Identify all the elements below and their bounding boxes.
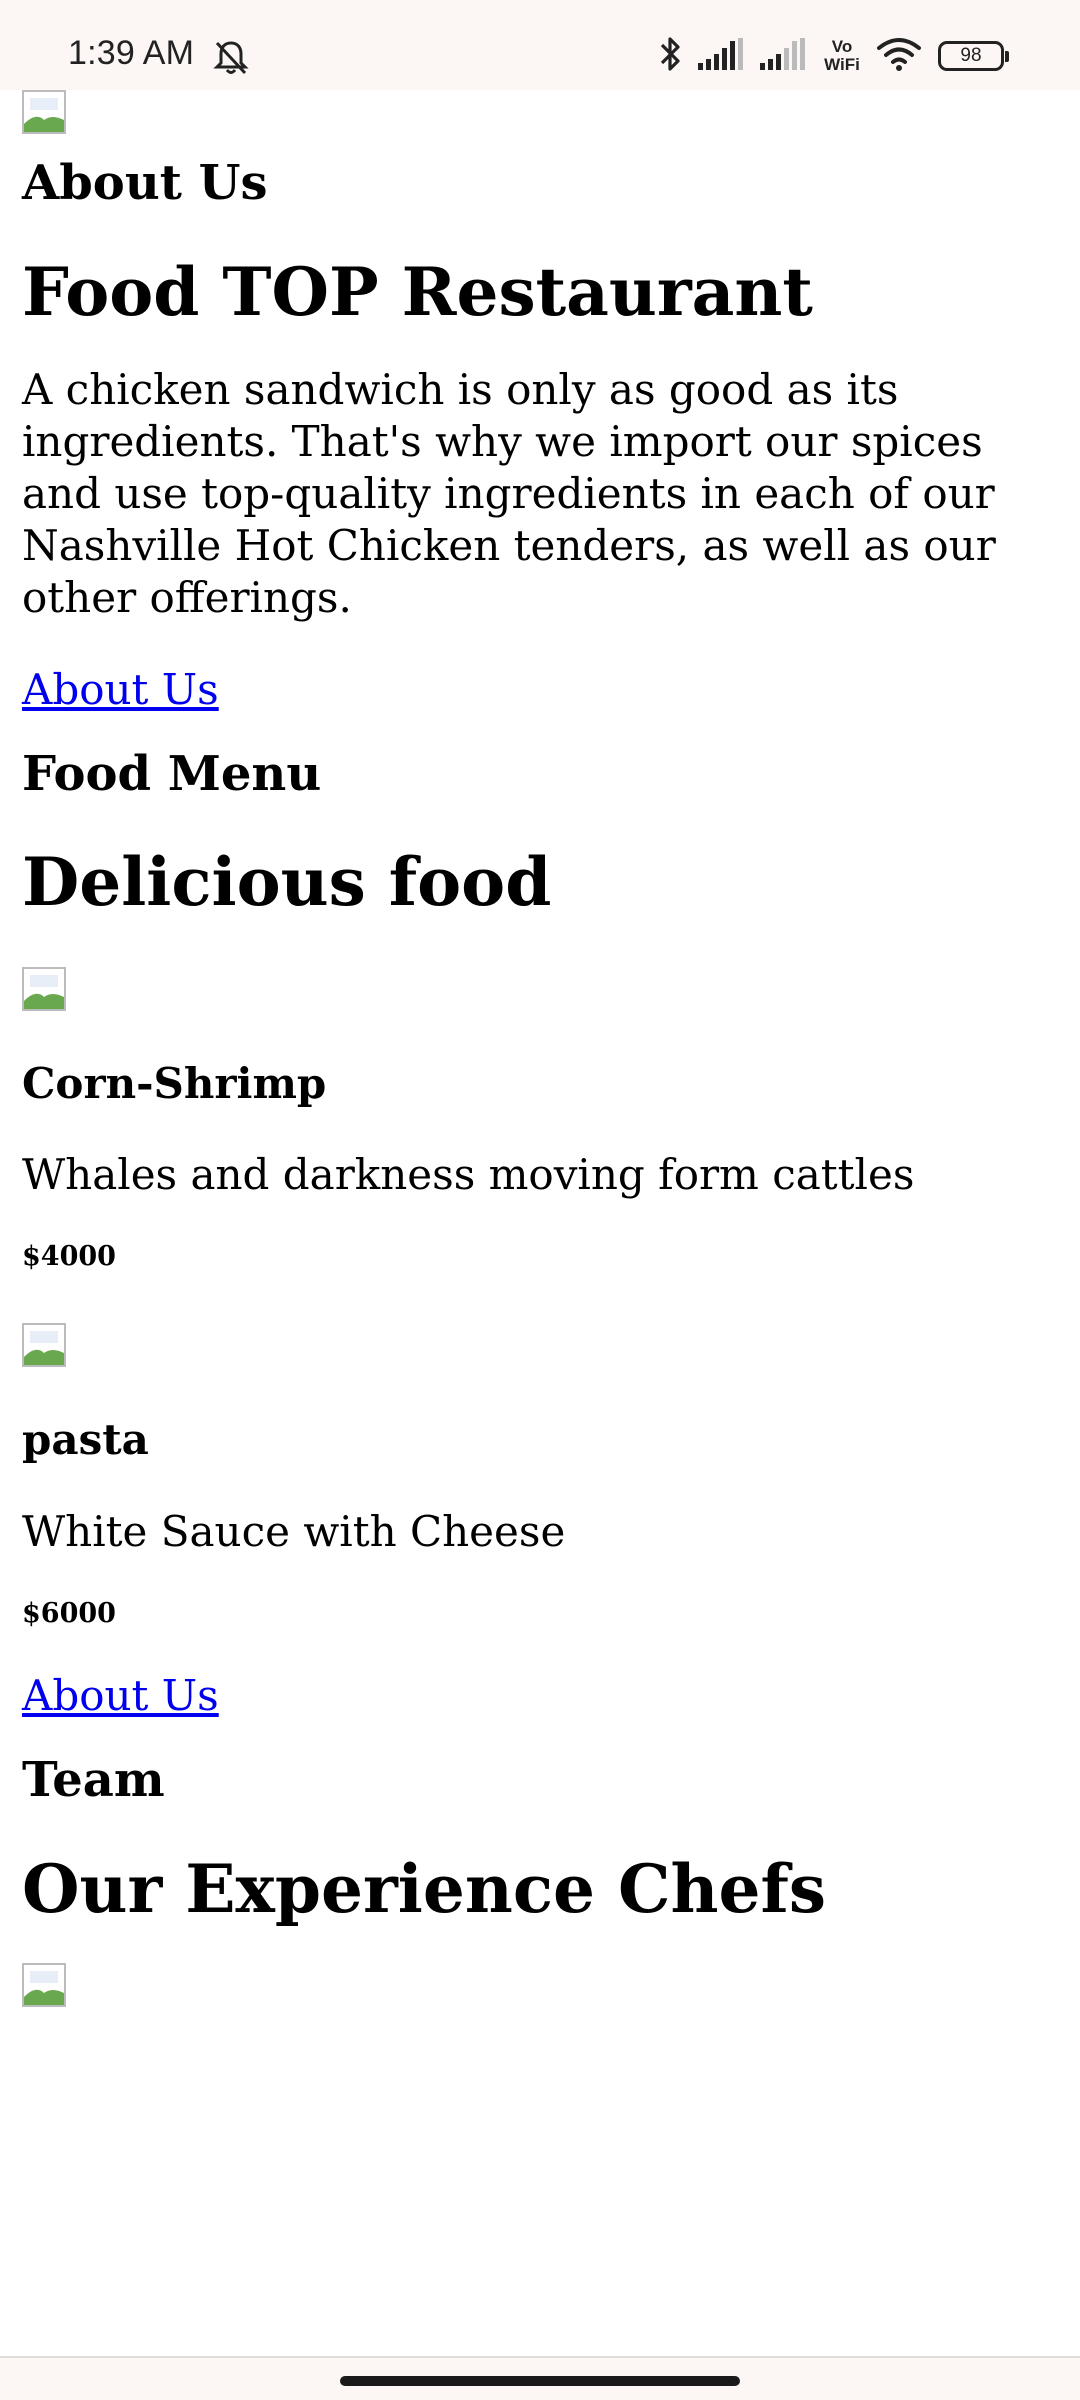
vowifi-bottom: WiFi [824,55,860,74]
menu-title: Delicious food [22,843,552,922]
vowifi-top: Vo [831,37,853,56]
menu-eyebrow: Food Menu [22,745,322,802]
menu-about-us-link[interactable]: About Us [22,1670,219,1722]
bell-muted-icon [213,38,249,76]
battery-icon: 98 [938,41,1009,71]
status-icons: Vo WiFi 98 [656,34,1009,79]
status-time: 1:39 AM [68,34,195,72]
broken-image-icon [22,1962,66,2007]
signal-icon-sim2 [758,37,808,76]
broken-image-icon [22,1323,66,1368]
menu-item-description: Whales and darkness moving form cattles [22,1149,915,1199]
team-title: Our Experience Chefs [22,1849,827,1928]
about-us-link[interactable]: About Us [22,664,219,716]
menu-item-name: pasta [22,1415,149,1465]
status-bar: 1:39 AM Vo WiFi 98 [0,0,1080,90]
team-eyebrow: Team [22,1752,165,1809]
about-eyebrow: About Us [22,155,268,211]
menu-item-price: $4000 [22,1240,116,1272]
broken-image-icon [22,966,66,1011]
bluetooth-icon [656,34,684,79]
vowifi-indicator: Vo WiFi [820,38,864,74]
home-indicator[interactable] [340,2376,740,2386]
wifi-icon [876,36,922,77]
menu-item-price: $6000 [22,1597,116,1629]
navigation-bar [0,2356,1080,2400]
page-content: About Us Food TOP Restaurant A chicken s… [22,90,1062,2007]
broken-image-icon [22,90,66,135]
about-title: Food TOP Restaurant [22,252,813,331]
about-description: A chicken sandwich is only as good as it… [22,364,996,622]
signal-icon-sim1 [696,37,746,76]
menu-item-description: White Sauce with Cheese [22,1506,566,1556]
menu-item-name: Corn-Shrimp [22,1058,327,1108]
